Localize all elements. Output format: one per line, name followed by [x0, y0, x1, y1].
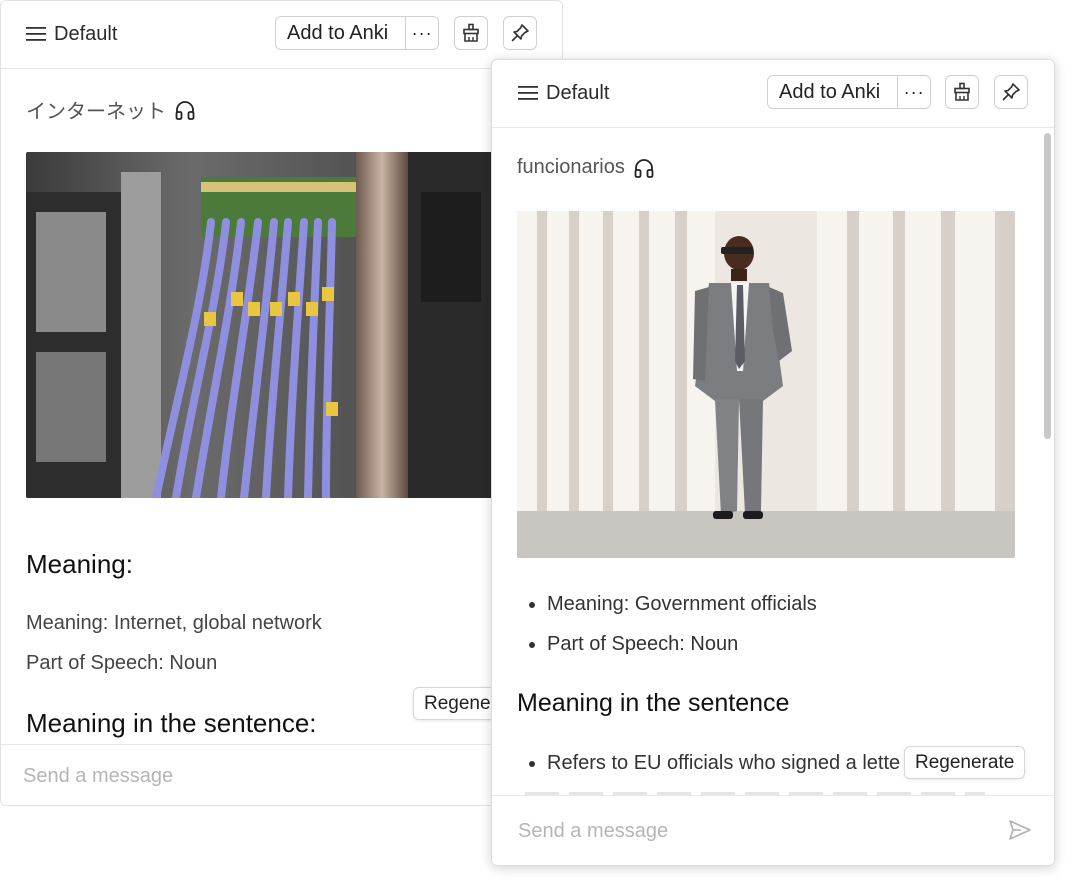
- clean-button[interactable]: [454, 16, 488, 50]
- hamburger-icon: [26, 27, 46, 41]
- regenerate-button[interactable]: Regenerate: [904, 746, 1026, 779]
- more-options-button[interactable]: ···: [897, 76, 930, 108]
- meaning-heading: Meaning:: [26, 549, 133, 579]
- add-to-anki-button[interactable]: Add to Anki: [276, 17, 405, 49]
- more-icon: ···: [903, 81, 925, 102]
- front-panel-header: Default Add to Anki ···: [492, 60, 1054, 128]
- add-to-anki-button-group: Add to Anki ···: [275, 16, 439, 50]
- part-of-speech-line: Part of Speech: Noun: [26, 652, 218, 674]
- broom-icon: [954, 82, 970, 101]
- hamburger-icon: [518, 86, 538, 100]
- word-text: funcionarios: [517, 156, 625, 178]
- part-of-speech-bullet: Part of Speech: Noun: [529, 633, 738, 656]
- vocab-word: funcionarios: [517, 156, 655, 179]
- message-input[interactable]: Send a message: [518, 820, 668, 843]
- word-text: インターネット: [26, 101, 166, 123]
- profile-menu[interactable]: Default: [518, 80, 609, 106]
- message-composer: Send a message: [1, 744, 562, 805]
- broom-icon: [463, 23, 479, 42]
- more-icon: ···: [411, 22, 433, 43]
- sentence-meaning-bullet: Refers to EU officials who signed a lett…: [529, 752, 900, 775]
- add-to-anki-label: Add to Anki: [287, 21, 389, 44]
- add-to-anki-button-group: Add to Anki ···: [767, 75, 931, 109]
- add-to-anki-button[interactable]: Add to Anki: [768, 76, 897, 108]
- profile-label: Default: [54, 22, 118, 45]
- profile-menu[interactable]: Default: [26, 21, 117, 47]
- network-cables-image: [26, 152, 496, 498]
- front-chat-panel: Default Add to Anki ··· funcionarios Mea…: [491, 59, 1055, 866]
- meaning-bullet: Meaning: Government officials: [529, 593, 817, 616]
- meaning-line: Meaning: Internet, global network: [26, 612, 322, 634]
- more-options-button[interactable]: ···: [405, 17, 438, 49]
- pin-button[interactable]: [994, 75, 1028, 109]
- send-icon[interactable]: [1008, 818, 1032, 842]
- regenerate-label: Regene: [424, 692, 491, 714]
- pin-button[interactable]: [503, 16, 537, 50]
- profile-label: Default: [546, 81, 610, 104]
- add-to-anki-label: Add to Anki: [779, 80, 881, 103]
- back-panel-header: Default Add to Anki ···: [1, 1, 562, 69]
- official-in-suit-image: [517, 211, 1015, 558]
- regenerate-label: Regenerate: [915, 751, 1015, 773]
- message-input[interactable]: Send a message: [23, 765, 173, 788]
- pin-icon: [511, 24, 529, 42]
- sentence-meaning-heading: Meaning in the sentence: [517, 689, 790, 717]
- pin-icon: [1002, 83, 1020, 101]
- headphones-icon[interactable]: [174, 99, 196, 121]
- back-chat-panel: Default Add to Anki ··· インターネット Meaning:…: [0, 0, 563, 806]
- sentence-meaning-heading: Meaning in the sentence:: [26, 708, 317, 738]
- vocab-word: インターネット: [26, 95, 196, 124]
- clean-button[interactable]: [945, 75, 979, 109]
- message-composer: Send a message: [492, 795, 1054, 865]
- scrollbar-thumb[interactable]: [1044, 133, 1051, 439]
- headphones-icon[interactable]: [633, 157, 655, 179]
